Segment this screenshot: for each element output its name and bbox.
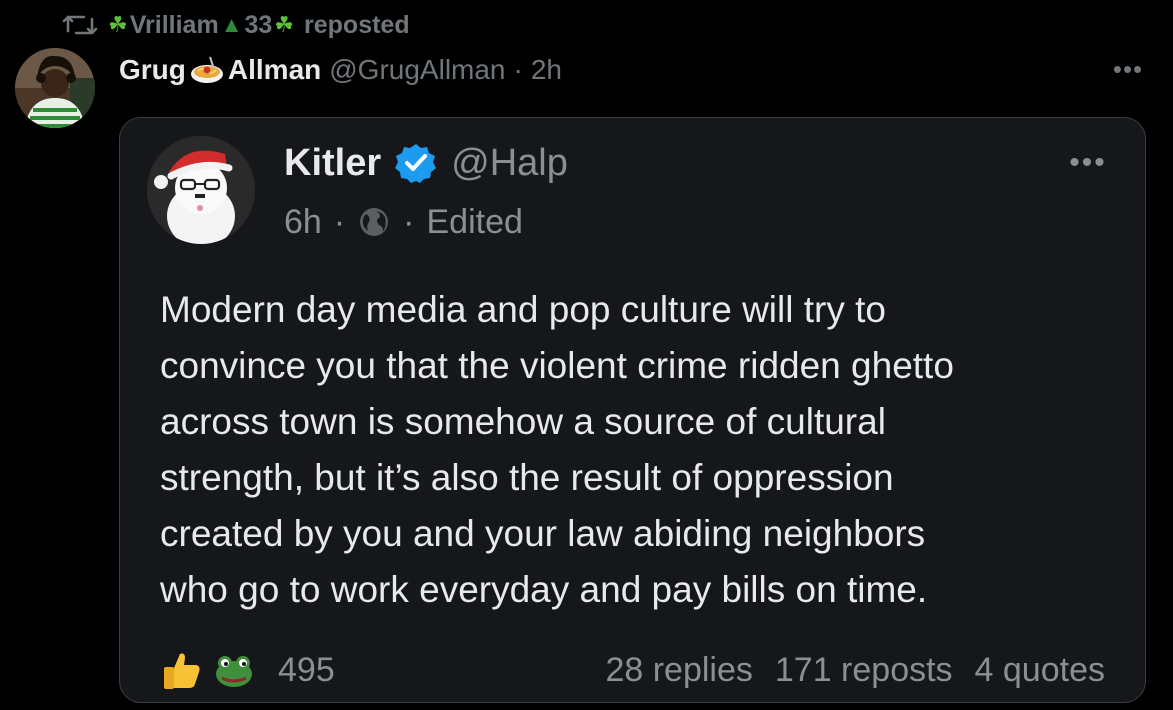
text-line: who go to work everyday and pay bills on… — [160, 569, 928, 610]
separator: · — [513, 54, 523, 85]
post-time[interactable]: 2h — [531, 54, 562, 86]
tree-icon: ▲ — [220, 12, 243, 37]
text-line: across town is somehow a source of cultu… — [160, 401, 886, 442]
avatar-image — [147, 136, 255, 244]
quoted-more-options-button[interactable]: ••• — [1062, 148, 1114, 178]
quotes-count[interactable]: 4 quotes — [975, 651, 1105, 690]
avatar-image — [15, 48, 95, 128]
separator: · — [333, 202, 346, 241]
shamrock-icon: ☘ — [108, 12, 128, 37]
reposter-name: Vrilliam — [129, 10, 219, 39]
repost-indicator: ☘ Vrilliam ▲ 33 ☘ reposted — [62, 8, 410, 42]
author-avatar[interactable] — [15, 48, 95, 128]
quoted-author-name[interactable]: Kitler — [284, 142, 381, 185]
text-line: strength, but it’s also the result of op… — [160, 457, 894, 498]
shamrock-icon: ☘ — [274, 12, 295, 37]
text-line: convince you that the violent crime ridd… — [160, 345, 954, 386]
quoted-post-text: Modern day media and pop culture will tr… — [160, 282, 1120, 618]
author-last-name: Allman — [227, 54, 322, 85]
separator: · — [403, 202, 415, 241]
repost-icon — [62, 15, 98, 35]
thumbs-up-icon — [164, 653, 200, 689]
replies-count[interactable]: 28 replies — [605, 651, 752, 690]
author-handle[interactable]: @GrugAllman — [329, 54, 505, 86]
text-line: Modern day media and pop culture will tr… — [160, 289, 886, 330]
spaghetti-icon — [190, 56, 223, 83]
reposted-label: reposted — [304, 10, 410, 39]
engagement-stats: 28 replies 171 reposts 4 quotes — [605, 651, 1105, 690]
reposter-number: 33 — [244, 10, 273, 39]
quoted-post-footer: 495 28 replies 171 reposts 4 quotes — [160, 645, 1105, 695]
reactions[interactable]: 495 — [160, 648, 335, 692]
author-name[interactable]: Grug Allman — [119, 54, 321, 86]
quoted-author-avatar[interactable] — [147, 136, 255, 244]
author-first-name: Grug — [119, 54, 186, 85]
quoted-post-card[interactable]: Kitler @Halp 6h · · Edited ••• Modern da… — [119, 117, 1146, 703]
text-line: created by you and your law abiding neig… — [160, 513, 926, 554]
more-options-button[interactable]: ••• — [1108, 54, 1148, 84]
quoted-post-meta: 6h · · Edited — [284, 200, 523, 244]
quoted-post-header: Kitler @Halp — [284, 140, 568, 186]
quoted-author-handle[interactable]: @Halp — [451, 142, 568, 185]
reposter-link[interactable]: ☘ Vrilliam ▲ 33 ☘ — [108, 11, 294, 40]
verified-badge-icon — [395, 144, 437, 183]
edited-label[interactable]: Edited — [426, 203, 522, 242]
reaction-count: 495 — [278, 650, 335, 689]
globe-icon — [360, 208, 389, 236]
frog-icon — [216, 656, 252, 687]
reposts-count[interactable]: 171 reposts — [775, 651, 953, 690]
post-header: Grug Allman @GrugAllman · 2h — [119, 52, 562, 88]
quoted-post-time[interactable]: 6h — [284, 203, 322, 242]
